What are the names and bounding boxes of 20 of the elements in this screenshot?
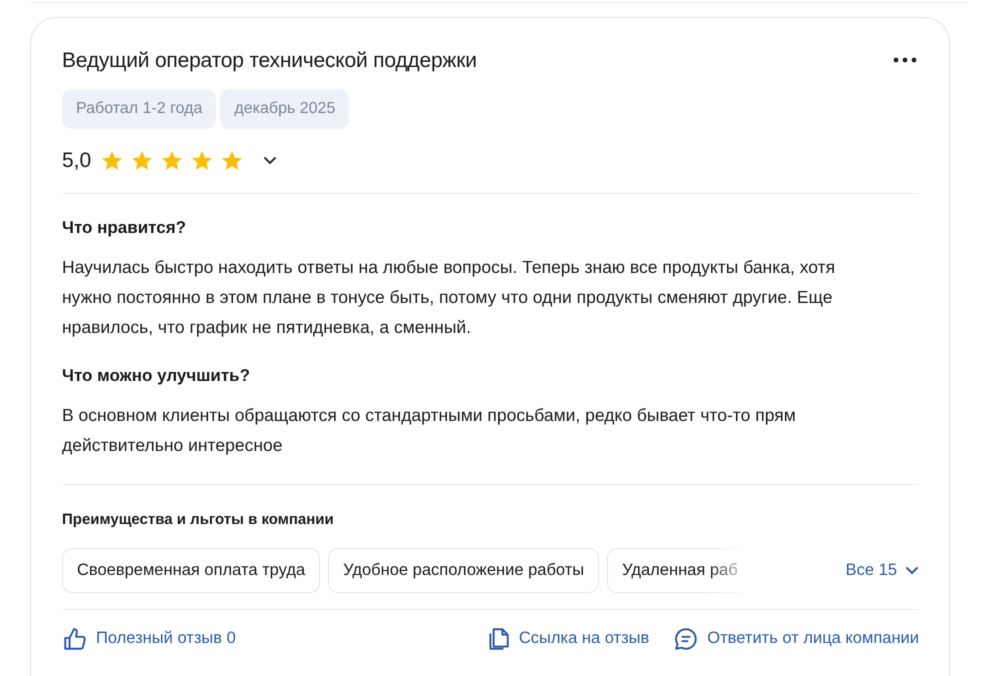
thumbs-up-icon [62, 626, 88, 652]
rating-score: 5,0 [62, 148, 92, 174]
chat-icon [673, 626, 700, 652]
chevron-icon [905, 566, 919, 575]
show-all-button[interactable]: Все 15 [846, 558, 919, 583]
review-title: Ведущий оператор технической поддержки [62, 48, 477, 74]
more-icon [893, 57, 917, 64]
chevron-icon [263, 156, 278, 166]
tag: декабрь 2025 [220, 89, 350, 130]
review-link[interactable]: Ссылка на отзыв [484, 626, 650, 652]
reply-button[interactable]: Ответить от лица компании [673, 626, 919, 652]
section-heading: Что можно улучшить? [62, 366, 252, 386]
useful-button[interactable]: Полезный отзыв 0 [62, 626, 236, 652]
section-heading: Что нравится? [62, 218, 188, 238]
benefit-chip: Своевременная оплата труда [62, 548, 320, 593]
benefit-chip: Удобное расположение работы [328, 548, 600, 593]
tag: Работал 1-2 года [62, 89, 216, 130]
benefits-heading: Преимущества и льготы в компании [62, 510, 335, 530]
review-text: Научилась быстро находить ответы на любые вопросы. Теперь знаю все продукты банка, хотя нужно постоянно в этом плане в тонусе быть, потому что одни продукты сменяют другие. Еще нравилось, что график не пятидневка, а сменный. [62, 256, 836, 340]
review-text: В основном клиенты обращаются со стандартными просьбами, редко бывает что-то прям действительно интересное [62, 404, 797, 458]
